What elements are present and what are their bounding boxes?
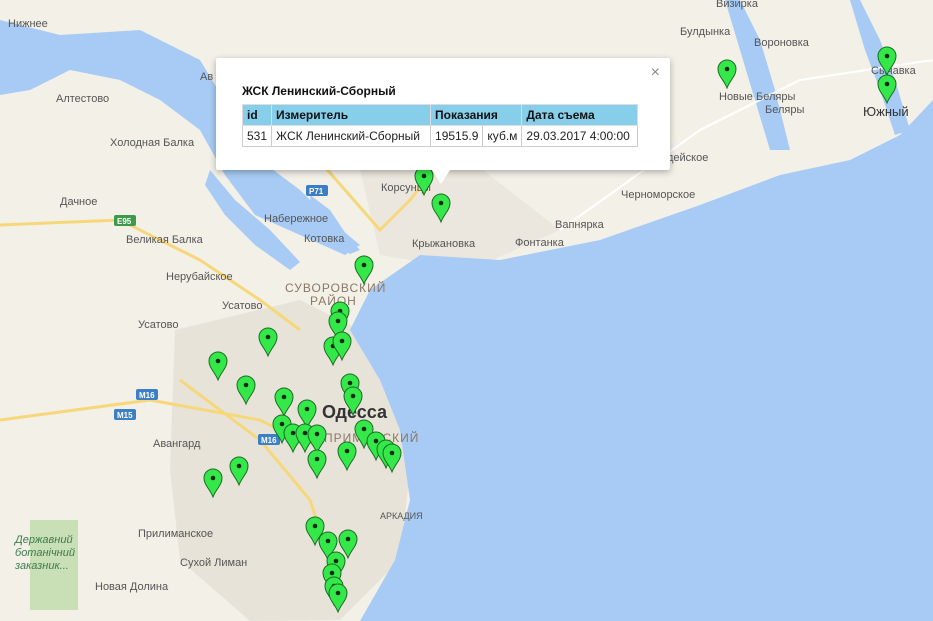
label-deyskoe: дейское [667, 152, 708, 164]
svg-text:P71: P71 [309, 187, 324, 196]
label-avangard: Авангард [153, 438, 201, 450]
label-kryzhanovka: Крыжановка [412, 238, 476, 250]
cell-unit: куб.м [482, 125, 523, 147]
label-kholodnaya-balka: Холодная Балка [110, 137, 195, 149]
cell-date: 29.03.2017 4:00:00 [521, 125, 639, 147]
label-sychavka: Сычавка [871, 65, 917, 77]
label-naberezhnoe: Набережное [264, 213, 328, 225]
label-usatovo-1: Усатово [222, 300, 263, 312]
label-yuzhny: Южный [863, 104, 909, 119]
label-av-partial: Ав [200, 71, 213, 83]
cell-reading: 19515.9 [430, 125, 484, 147]
label-fontanka: Фонтанка [515, 237, 565, 249]
label-sukhoi-liman: Сухой Лиман [180, 557, 247, 569]
svg-text:M16: M16 [139, 391, 155, 400]
label-vapnyarka: Вапнярка [555, 219, 605, 231]
label-altestovo: Алтестово [56, 93, 109, 105]
label-park-3: заказник... [14, 560, 69, 572]
label-usatovo-2: Усатово [138, 319, 179, 331]
popup-pointer [432, 170, 450, 184]
table-header-row: id Измеритель Показания Дата съема [241, 104, 639, 126]
table-row: 531 ЖСК Ленинский-Сборный 19515.9 куб.м … [241, 125, 639, 147]
road-badge-p71: P71 [306, 185, 328, 196]
label-novaya-dolina: Новая Долина [95, 581, 169, 593]
popup-title: ЖСК Ленинский-Сборный [242, 84, 396, 98]
label-dachnoe: Дачное [60, 196, 97, 208]
road-badge-m15: M15 [114, 409, 136, 420]
cell-meter: ЖСК Ленинский-Сборный [271, 125, 432, 147]
svg-text:M15: M15 [117, 411, 133, 420]
road-badge-m16-a: M16 [136, 389, 158, 400]
label-prilimanskoe: Прилиманское [138, 528, 213, 540]
label-novye-belyary: Новые Беляры [719, 91, 795, 103]
cell-id: 531 [241, 125, 273, 147]
label-buldynka: Булдынка [680, 26, 731, 38]
info-popup: × ЖСК Ленинский-Сборный id Измеритель По… [216, 58, 670, 184]
label-voronovka: Вороновка [754, 37, 810, 49]
road-badge-m16-b: M16 [258, 434, 280, 445]
col-reading: Показания [430, 104, 523, 126]
label-belyary: Беляры [765, 104, 804, 116]
label-suvorovsky: СУВОРОВСКИЙ [285, 280, 386, 295]
label-park-1: Державний [13, 534, 73, 546]
col-date: Дата съема [521, 104, 639, 126]
meter-table: id Измеритель Показания Дата съема 531 Ж… [241, 104, 639, 147]
close-icon[interactable]: × [651, 64, 660, 82]
road-badge-e95: E95 [114, 215, 136, 226]
svg-text:M16: M16 [261, 436, 277, 445]
label-arkadiya: АРКАДИЯ [380, 511, 423, 521]
label-chernomorskoe: Черноморское [621, 189, 695, 201]
label-park-2: ботанічний [15, 547, 75, 559]
label-nerubayskoe: Нерубайское [166, 271, 233, 283]
col-meter: Измеритель [271, 104, 432, 126]
label-kotovka: Котовка [304, 233, 345, 245]
label-velikaya-balka: Великая Балка [126, 234, 204, 246]
col-id: id [241, 104, 273, 126]
label-chapaevo: Нижнее [8, 18, 48, 30]
label-vizirka: Визирка [716, 0, 759, 10]
svg-text:E95: E95 [117, 217, 132, 226]
